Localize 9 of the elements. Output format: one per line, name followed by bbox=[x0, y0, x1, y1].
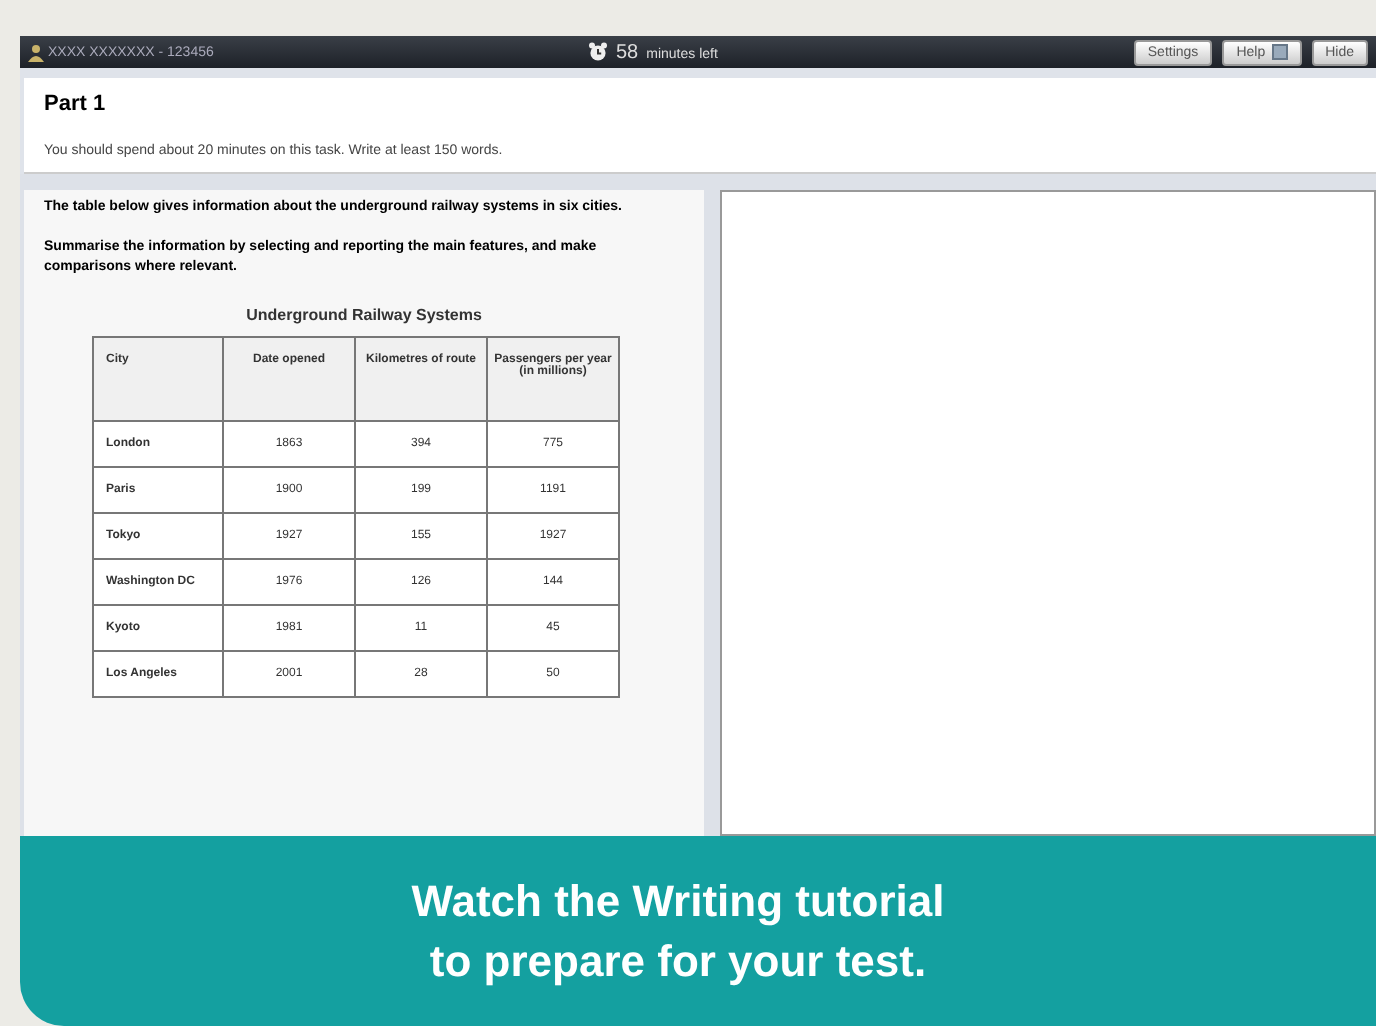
answer-field[interactable] bbox=[720, 190, 1376, 836]
time-remaining: 58 bbox=[616, 41, 639, 63]
banner-text: Watch the Writing tutorial bbox=[411, 873, 945, 930]
person-icon bbox=[28, 43, 44, 61]
help-icon bbox=[1271, 44, 1288, 60]
banner-text: to prepare for your test. bbox=[429, 933, 927, 990]
part-title: Part 1 bbox=[44, 92, 108, 116]
table-title: Underground Railway Systems bbox=[244, 306, 484, 325]
alarm-clock-icon bbox=[588, 42, 608, 62]
